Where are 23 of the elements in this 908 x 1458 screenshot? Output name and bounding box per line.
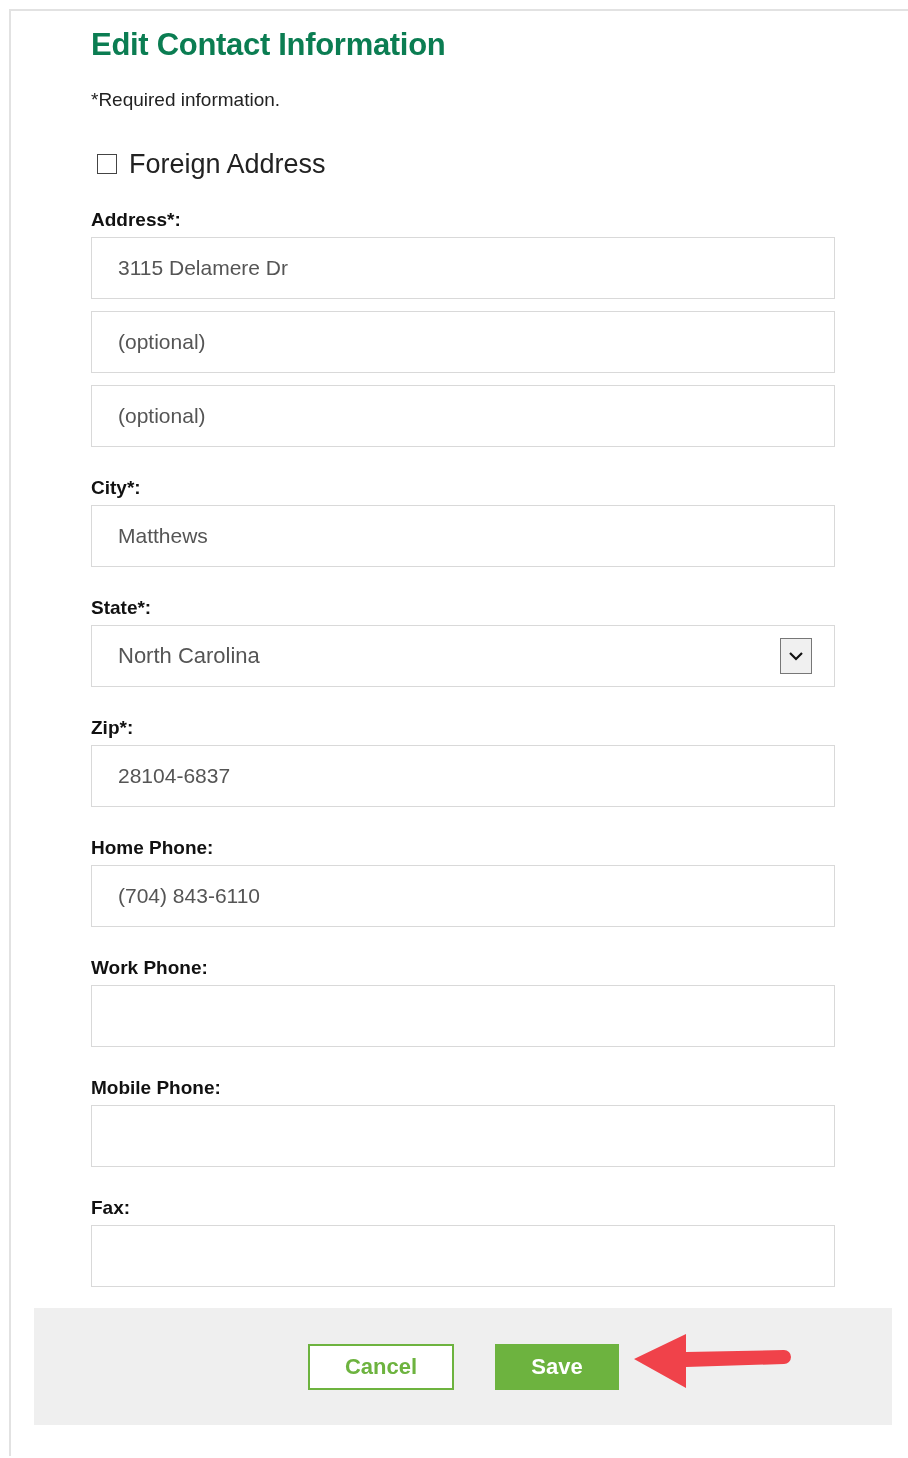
caret-icon[interactable]	[780, 638, 812, 674]
input-field[interactable]: 3115 Delamere Dr	[91, 237, 835, 299]
field-label: Fax:	[91, 1197, 132, 1219]
field-label: City*:	[91, 477, 142, 499]
field-label: State*:	[91, 597, 153, 619]
checkbox[interactable]	[97, 154, 117, 174]
input-field[interactable]: 28104-6837	[91, 745, 835, 807]
select-field[interactable]: North Carolina	[91, 625, 835, 687]
field-label: Home Phone:	[91, 837, 215, 859]
required-note: *Required information.	[91, 89, 282, 111]
input-field[interactable]	[91, 1105, 835, 1167]
input-field[interactable]: (optional)	[91, 385, 835, 447]
field-label: Address*:	[91, 209, 182, 231]
field-label: Zip*:	[91, 717, 135, 739]
input-field[interactable]	[91, 985, 835, 1047]
page-title: Edit Contact Information	[91, 27, 447, 63]
field-label: Mobile Phone:	[91, 1077, 222, 1099]
input-field[interactable]: (optional)	[91, 311, 835, 373]
checkbox-label: Foreign Address	[129, 148, 326, 180]
input-field[interactable]	[91, 1225, 835, 1287]
input-field[interactable]: (704) 843-6110	[91, 865, 835, 927]
input-field[interactable]: Matthews	[91, 505, 835, 567]
field-label: Work Phone:	[91, 957, 209, 979]
